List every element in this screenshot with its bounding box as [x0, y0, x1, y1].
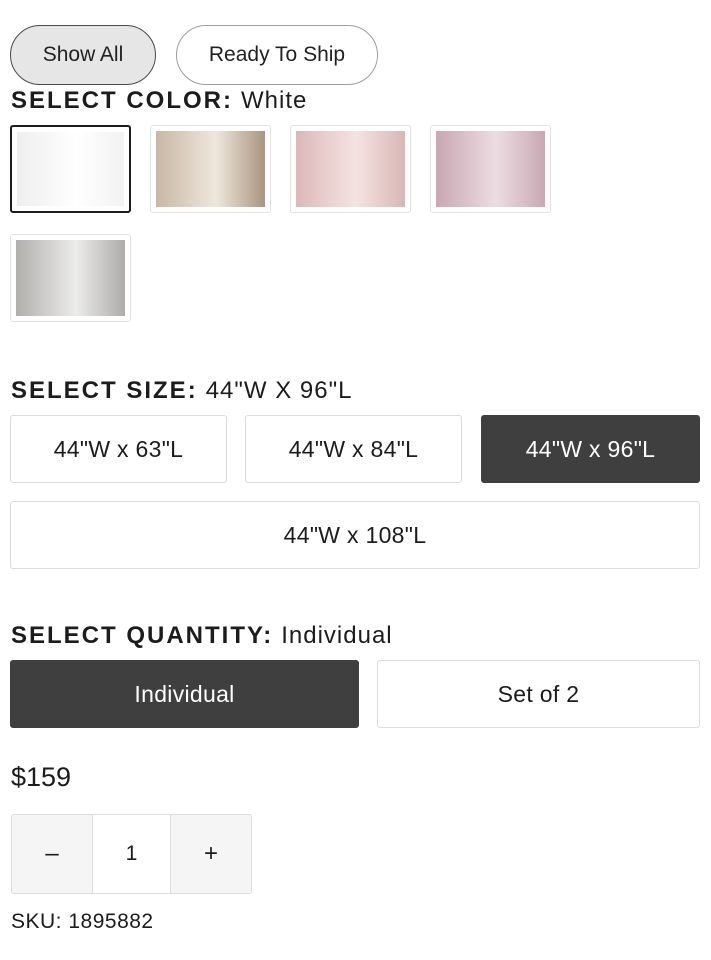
- select-size-colon: :: [187, 377, 198, 404]
- color-swatch-taupe[interactable]: [150, 125, 271, 213]
- color-swatch-white[interactable]: [10, 125, 131, 213]
- select-color-colon: :: [223, 87, 234, 114]
- minus-icon: –: [45, 840, 59, 867]
- show-all-filter-button[interactable]: Show All: [10, 25, 156, 85]
- color-swatch-mauve[interactable]: [430, 125, 551, 213]
- decrement-button[interactable]: –: [12, 815, 92, 893]
- swatch-fill: [16, 240, 125, 316]
- select-size-heading: SELECT SIZE: 44"W X 96"L: [11, 377, 352, 405]
- selected-size-value: 44"W X 96"L: [205, 377, 353, 404]
- select-quantity-heading: SELECT QUANTITY: Individual: [11, 622, 393, 650]
- selected-color-value: White: [241, 87, 308, 114]
- sku-text: SKU: 1895882: [11, 910, 154, 933]
- select-color-label: SELECT COLOR: [11, 87, 224, 114]
- swatch-fill: [436, 131, 545, 207]
- color-swatch-silver[interactable]: [10, 234, 131, 322]
- select-quantity-label: SELECT QUANTITY: [11, 622, 264, 649]
- increment-button[interactable]: +: [171, 815, 251, 893]
- select-quantity-colon: :: [263, 622, 274, 649]
- product-options-page: Show All Ready To Ship SELECT COLOR: Whit…: [0, 0, 711, 960]
- swatch-fill: [17, 132, 124, 206]
- quantity-option-set-of-2[interactable]: Set of 2: [377, 660, 700, 728]
- quantity-option-individual[interactable]: Individual: [10, 660, 359, 728]
- quantity-value[interactable]: 1: [92, 815, 171, 893]
- price: $159: [11, 762, 72, 792]
- swatch-fill: [156, 131, 265, 207]
- size-option-96[interactable]: 44"W x 96"L: [481, 415, 700, 483]
- swatch-fill: [296, 131, 405, 207]
- plus-icon: +: [203, 840, 218, 867]
- ready-to-ship-filter-button[interactable]: Ready To Ship: [176, 25, 378, 85]
- size-option-108[interactable]: 44"W x 108"L: [10, 501, 700, 569]
- size-option-63[interactable]: 44"W x 63"L: [10, 415, 227, 483]
- filter-pills: Show All Ready To Ship: [10, 25, 378, 85]
- size-option-84[interactable]: 44"W x 84"L: [245, 415, 462, 483]
- select-color-heading: SELECT COLOR: White: [11, 87, 307, 115]
- select-size-label: SELECT SIZE: [11, 377, 188, 404]
- color-swatch-blush[interactable]: [290, 125, 411, 213]
- quantity-stepper: – 1 +: [11, 814, 252, 894]
- selected-quantity-value: Individual: [281, 622, 393, 649]
